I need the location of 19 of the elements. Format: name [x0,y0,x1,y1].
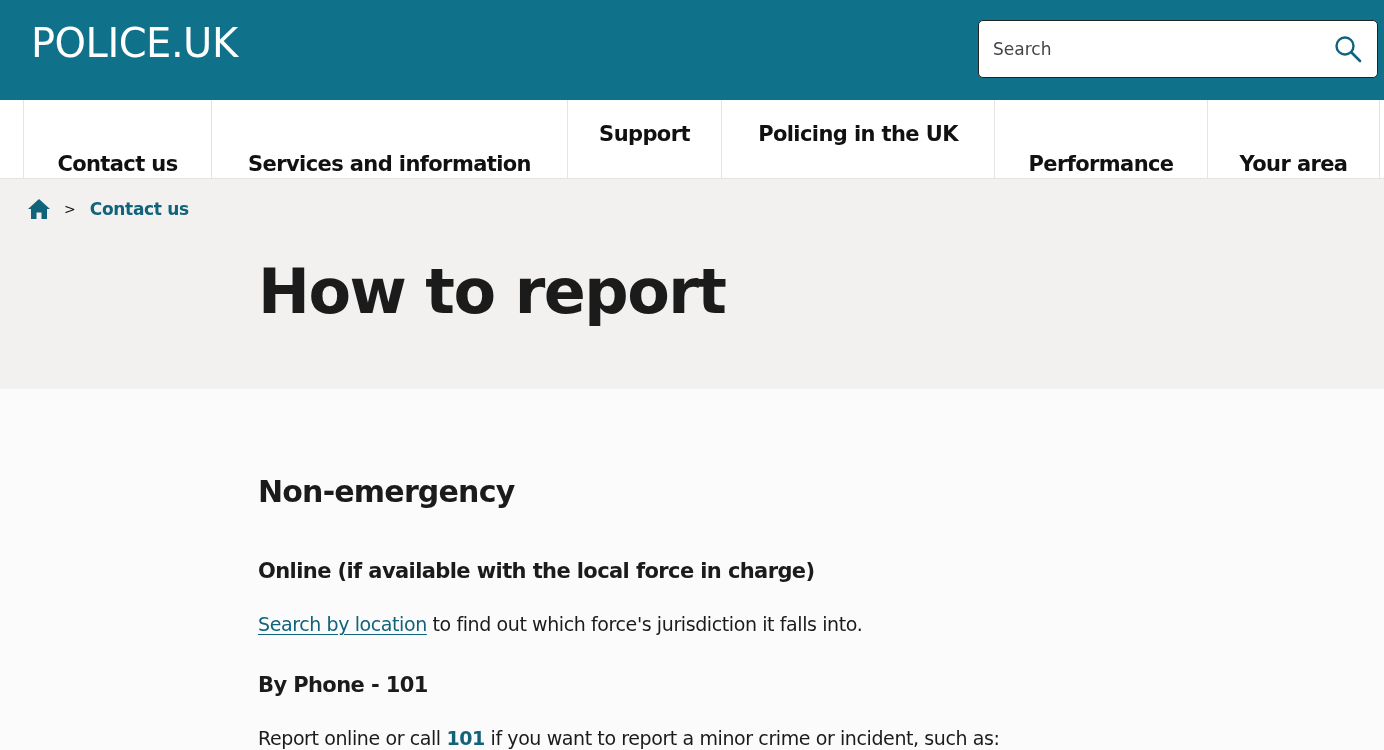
subheading: By Phone - 101 [258,672,429,699]
nav-link[interactable]: Performance [995,100,1208,178]
search-by-location-link[interactable]: Search by location [258,613,427,636]
home-icon[interactable] [28,199,50,219]
search-field[interactable]: Search [978,20,1378,78]
paragraph: Search by location to find out which force's jurisdiction it falls into. [258,612,864,637]
subheading: Online (if available with the local force in charge) [258,559,816,585]
nav-link[interactable]: Services and information [212,100,568,178]
breadcrumb-separator: > [64,201,76,217]
site-logo[interactable]: POLICE.UK [31,20,238,66]
paragraph: Report online or call 101 if you want to report a minor crime or incident, such as: [258,726,1001,750]
nav-link[interactable]: Support [568,100,722,178]
nav-link[interactable]: Contact us [24,100,212,178]
nav-link[interactable]: Your area [1208,100,1380,178]
search-icon[interactable] [1334,35,1362,63]
breadcrumb-link[interactable]: Contact us [89,199,189,219]
nav-link[interactable]: Policing in the UK [722,100,995,178]
section-heading: Non-emergency [258,477,516,507]
phone-number-link[interactable]: 101 [446,727,485,750]
